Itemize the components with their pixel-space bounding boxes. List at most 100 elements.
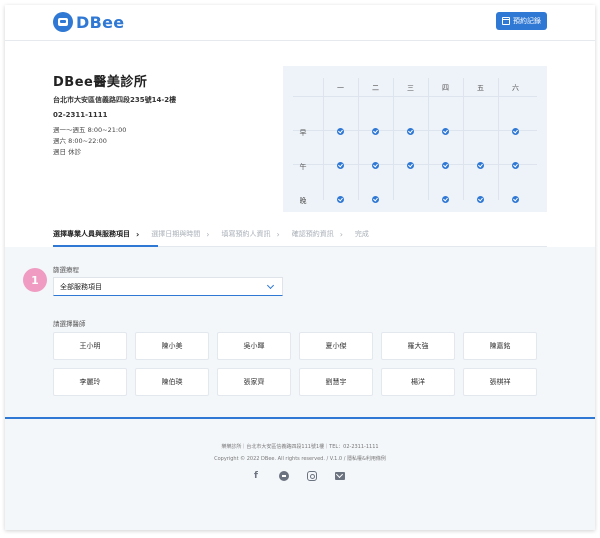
- schedule-period-row: 午: [283, 162, 547, 172]
- schedule-table: 一 二 三 四 五 六早午晚: [283, 66, 547, 212]
- bee-logo-icon: [53, 12, 73, 32]
- doctor-option[interactable]: 羅大強: [381, 332, 455, 360]
- footer-divider: [5, 417, 595, 419]
- footer-address: 樂樂診所｜台北市大安區信義路四段111號1樓｜TEL：02-2311-1111: [221, 444, 379, 450]
- schedule-period-row: 晚: [283, 196, 547, 206]
- active-step-underline: [53, 245, 158, 247]
- step-number-badge: 1: [23, 268, 47, 292]
- doctor-option[interactable]: 張家齊: [217, 368, 291, 396]
- clinic-hours: 週一～週五 8:00~21:00 週六 8:00~22:00 週日 休診: [53, 125, 126, 158]
- filter-label: 篩選療程: [53, 266, 79, 274]
- schedule-row-line: [293, 96, 537, 97]
- schedule-day-header: 一: [337, 84, 344, 92]
- check-circle-icon: [477, 162, 484, 169]
- service-filter-value: 全部服務項目: [60, 282, 102, 291]
- schedule-slot: [463, 196, 498, 206]
- footer-copyright: Copyright © 2022 DBee. All rights reserv…: [214, 456, 386, 462]
- doctor-option[interactable]: 李麗玲: [53, 368, 127, 396]
- schedule-slot: [393, 162, 428, 172]
- schedule-period-label: 晚: [299, 197, 307, 205]
- check-circle-icon: [442, 128, 449, 135]
- clinic-name: DBee醫美診所: [53, 75, 148, 90]
- schedule-period-row: 早: [283, 128, 547, 138]
- schedule-period-label: 午: [299, 163, 307, 171]
- clinic-address: 台北市大安區信義路四段235號14-2樓: [53, 96, 177, 104]
- instagram-icon[interactable]: [307, 471, 317, 481]
- step-4[interactable]: 確認預約資訊: [292, 229, 334, 239]
- mail-icon[interactable]: [335, 472, 345, 480]
- service-filter-select[interactable]: 全部服務項目: [53, 277, 283, 296]
- schedule-day-header: 二: [372, 84, 379, 92]
- schedule-slot: [498, 162, 533, 172]
- schedule-slot: [393, 128, 428, 138]
- schedule-day-header: 四: [442, 84, 449, 92]
- booking-records-label: 預約記錄: [513, 17, 541, 25]
- schedule-slot: [358, 162, 393, 172]
- doctor-option[interactable]: 王小明: [53, 332, 127, 360]
- schedule-slot: [463, 162, 498, 172]
- check-circle-icon: [372, 128, 379, 135]
- schedule-slot: [323, 196, 358, 206]
- schedule-day-header: 五: [477, 84, 484, 92]
- schedule-slot: [498, 128, 533, 138]
- check-circle-icon: [337, 196, 344, 203]
- step-2[interactable]: 選擇日期與時間: [151, 229, 200, 239]
- chevron-down-icon: [266, 281, 275, 290]
- check-circle-icon: [512, 162, 519, 169]
- schedule-col-line: [428, 78, 429, 200]
- chevron-right-icon: ›: [136, 229, 140, 239]
- schedule-slot: [323, 162, 358, 172]
- check-circle-icon: [372, 162, 379, 169]
- doctor-grid: 王小明 陳小美 吳小暉 夏小傑 羅大強 陳嘉銘李麗玲 陳伯瑛 張家齊 劉慧宇 楊洋 張棋祥: [53, 332, 541, 396]
- schedule-day-header: 三: [407, 84, 414, 92]
- doctor-option[interactable]: 吳小暉: [217, 332, 291, 360]
- doctor-option[interactable]: 陳伯瑛: [135, 368, 209, 396]
- schedule-slot: [463, 128, 498, 138]
- check-circle-icon: [372, 196, 379, 203]
- doctor-option[interactable]: 楊洋: [381, 368, 455, 396]
- doctor-option[interactable]: 陳小美: [135, 332, 209, 360]
- check-circle-icon: [337, 128, 344, 135]
- check-circle-icon: [407, 128, 414, 135]
- step-5[interactable]: 完成: [355, 229, 369, 239]
- schedule-col-line: [358, 78, 359, 200]
- schedule-col-line: [463, 78, 464, 200]
- schedule-col-line: [323, 78, 324, 200]
- step-3[interactable]: 填寫預約人資訊: [222, 229, 271, 239]
- facebook-icon[interactable]: f: [251, 471, 261, 481]
- logo-text: DBee: [76, 12, 125, 32]
- schedule-slot: [358, 196, 393, 206]
- schedule-slot: [323, 128, 358, 138]
- hours-weekday: 週一～週五 8:00~21:00: [53, 126, 127, 134]
- progress-steps: 選擇專業人員與服務項目 › 選擇日期與時間 › 填寫預約人資訊 › 確認預約資訊 › 完成: [53, 221, 547, 247]
- social-links: f: [251, 471, 345, 481]
- check-circle-icon: [512, 196, 519, 203]
- doctor-option[interactable]: 陳嘉銘: [463, 332, 537, 360]
- logo[interactable]: DBee: [53, 12, 124, 32]
- line-icon[interactable]: [279, 471, 289, 481]
- schedule-col-line: [393, 78, 394, 200]
- schedule-day-header: 六: [512, 84, 519, 92]
- check-circle-icon: [407, 162, 414, 169]
- clinic-phone: 02-2311-1111: [53, 111, 108, 119]
- schedule-slot: [428, 196, 463, 206]
- check-circle-icon: [512, 128, 519, 135]
- calendar-icon: [502, 17, 510, 25]
- step-1[interactable]: 選擇專業人員與服務項目: [53, 229, 130, 239]
- doctor-option[interactable]: 夏小傑: [299, 332, 373, 360]
- doctor-option[interactable]: 劉慧宇: [299, 368, 373, 396]
- schedule-slot: [358, 128, 393, 138]
- schedule-col-line: [498, 78, 499, 200]
- schedule-period-label: 早: [299, 129, 307, 137]
- doctor-select-label: 請選擇醫師: [53, 320, 86, 328]
- check-circle-icon: [477, 196, 484, 203]
- hours-saturday: 週六 8:00~22:00: [53, 137, 107, 145]
- schedule-slot: [498, 196, 533, 206]
- doctor-option[interactable]: 張棋祥: [463, 368, 537, 396]
- schedule-slot: [393, 196, 428, 206]
- schedule-slot: [428, 162, 463, 172]
- booking-records-button[interactable]: 預約記錄: [496, 12, 547, 30]
- schedule-corner: [283, 83, 323, 93]
- schedule-slot: [428, 128, 463, 138]
- chevron-right-icon: ›: [339, 229, 343, 239]
